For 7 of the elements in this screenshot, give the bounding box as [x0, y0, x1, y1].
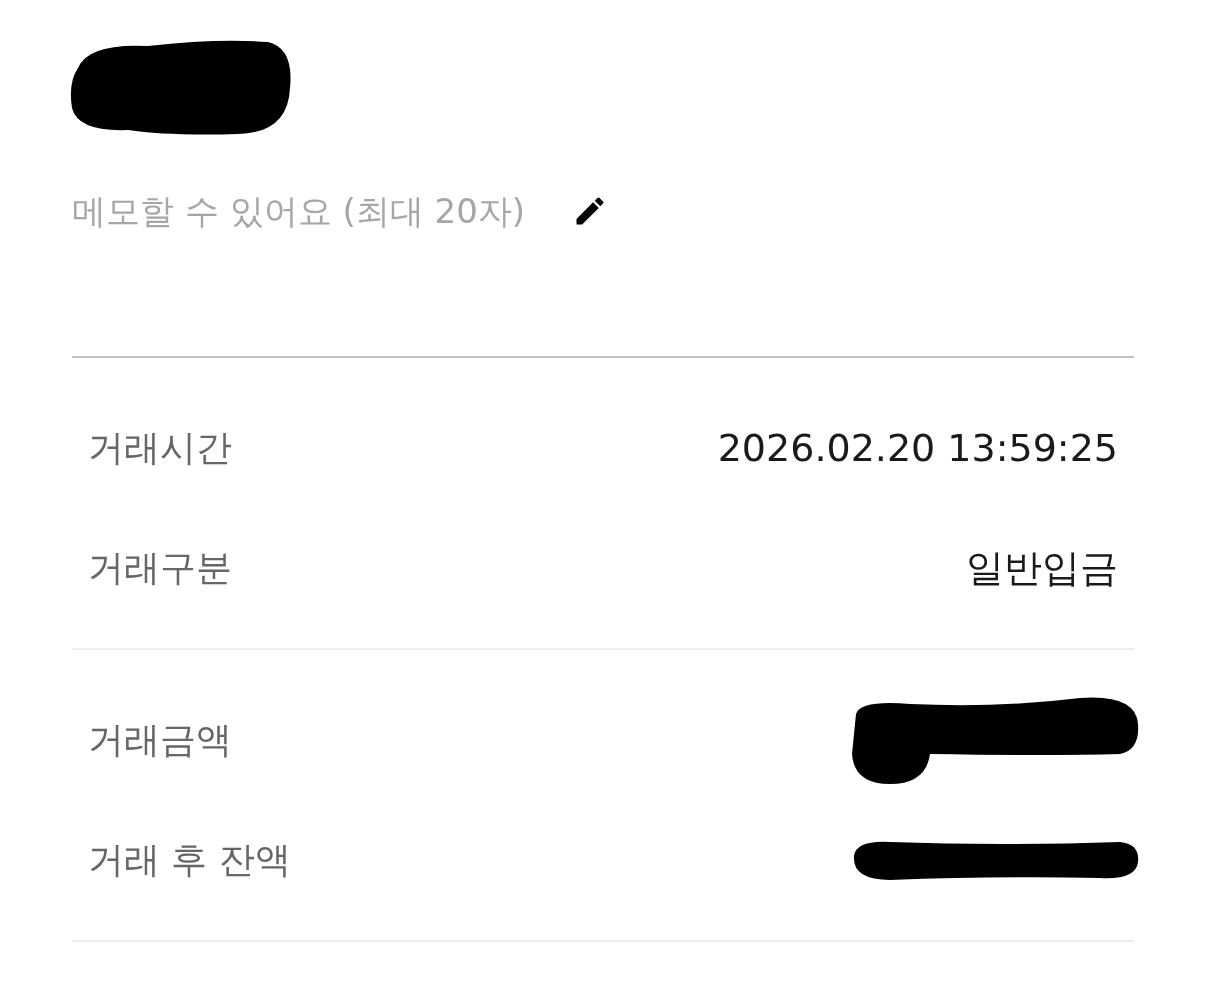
row-label: 거래 후 잔액: [88, 837, 291, 882]
row-value: 2026.02.20 13:59:25: [717, 426, 1118, 470]
row-label: 거래금액: [88, 717, 232, 762]
row-value: 일반입금: [966, 544, 1118, 592]
row-label: 거래시간: [88, 425, 232, 470]
memo-input-field[interactable]: 메모할 수 있어요 (최대 20자): [72, 191, 562, 231]
row-label: 거래구분: [88, 545, 232, 590]
